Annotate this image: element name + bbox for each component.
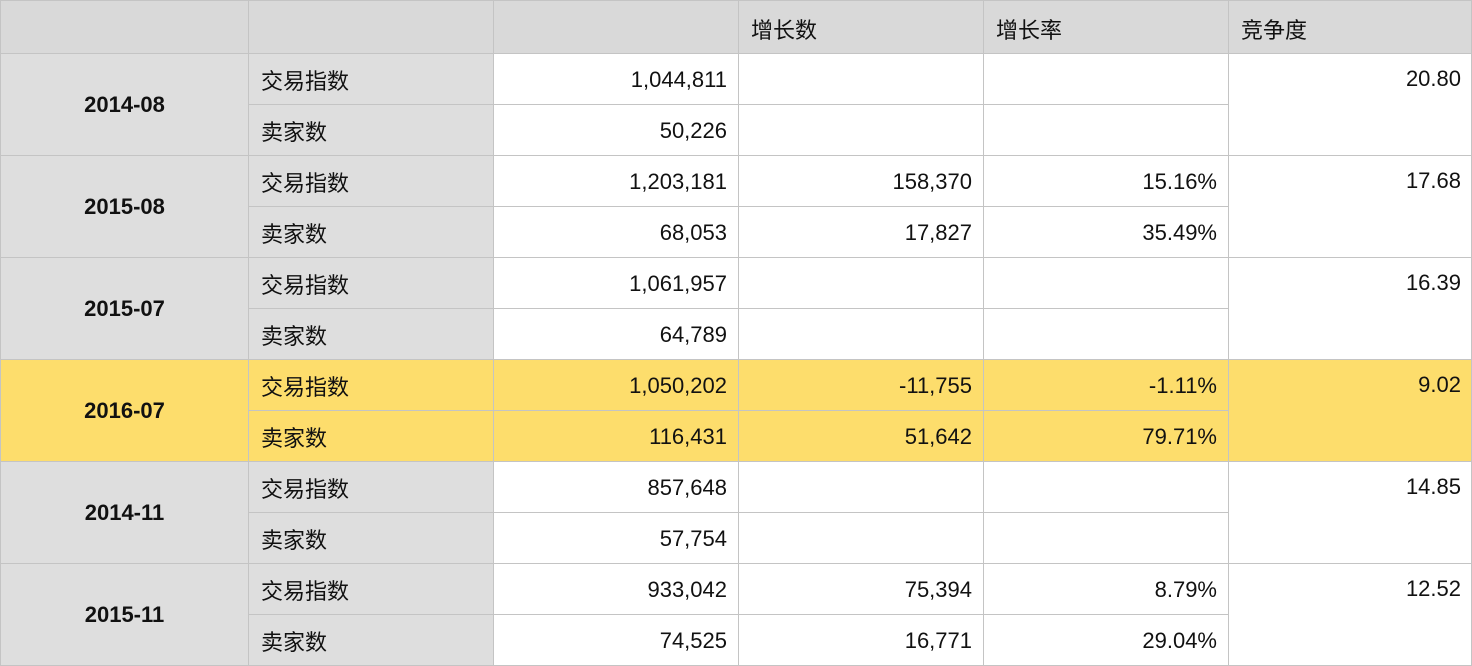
growth-cell[interactable] — [739, 54, 984, 105]
header-b-label — [249, 1, 493, 13]
header-cell-growth[interactable]: 增长数 — [739, 0, 984, 54]
metric-label[interactable]: 交易指数 — [249, 564, 494, 615]
metric-label[interactable]: 卖家数 — [249, 411, 494, 462]
period-group-highlighted: 2016-07 交易指数 1,050,202 -11,755 -1.11% 卖家… — [0, 360, 1472, 462]
growth-cell[interactable] — [739, 258, 984, 309]
metric-label[interactable]: 交易指数 — [249, 462, 494, 513]
value-cell[interactable]: 857,648 — [494, 462, 739, 513]
rate-cell[interactable]: 8.79% — [984, 564, 1229, 615]
metric-label[interactable]: 卖家数 — [249, 105, 494, 156]
period-cell[interactable]: 2014-11 — [0, 462, 249, 564]
header-cell-a[interactable] — [0, 0, 249, 54]
growth-cell[interactable] — [739, 309, 984, 360]
growth-cell[interactable]: 75,394 — [739, 564, 984, 615]
rate-cell[interactable]: 79.71% — [984, 411, 1229, 462]
rate-cell[interactable] — [984, 513, 1229, 564]
period-group: 2015-07 交易指数 1,061,957 卖家数 64,789 16.39 — [0, 258, 1472, 360]
period-group: 2014-11 交易指数 857,648 卖家数 57,754 14.85 — [0, 462, 1472, 564]
value-cell[interactable]: 933,042 — [494, 564, 739, 615]
growth-cell[interactable]: 16,771 — [739, 615, 984, 666]
growth-cell[interactable]: 17,827 — [739, 207, 984, 258]
value-cell[interactable]: 64,789 — [494, 309, 739, 360]
period-group: 2015-11 交易指数 933,042 75,394 8.79% 卖家数 74… — [0, 564, 1472, 666]
value-cell[interactable]: 1,044,811 — [494, 54, 739, 105]
metric-label[interactable]: 交易指数 — [249, 54, 494, 105]
rate-cell[interactable] — [984, 105, 1229, 156]
competition-cell[interactable]: 17.68 — [1229, 156, 1472, 258]
value-cell[interactable]: 1,061,957 — [494, 258, 739, 309]
growth-cell[interactable] — [739, 513, 984, 564]
growth-cell[interactable]: -11,755 — [739, 360, 984, 411]
competition-cell[interactable]: 9.02 — [1229, 360, 1472, 462]
value-cell[interactable]: 1,203,181 — [494, 156, 739, 207]
competition-cell[interactable]: 20.80 — [1229, 54, 1472, 156]
metric-label[interactable]: 卖家数 — [249, 207, 494, 258]
period-cell[interactable]: 2015-11 — [0, 564, 249, 666]
metric-label[interactable]: 卖家数 — [249, 513, 494, 564]
rate-cell[interactable]: 29.04% — [984, 615, 1229, 666]
competition-cell[interactable]: 14.85 — [1229, 462, 1472, 564]
growth-cell[interactable]: 51,642 — [739, 411, 984, 462]
metric-label[interactable]: 卖家数 — [249, 309, 494, 360]
value-cell[interactable]: 1,050,202 — [494, 360, 739, 411]
header-a-label — [1, 1, 248, 13]
period-cell[interactable]: 2016-07 — [0, 360, 249, 462]
value-cell[interactable]: 57,754 — [494, 513, 739, 564]
value-cell[interactable]: 50,226 — [494, 105, 739, 156]
value-cell[interactable]: 68,053 — [494, 207, 739, 258]
period-cell[interactable]: 2014-08 — [0, 54, 249, 156]
period-cell[interactable]: 2015-08 — [0, 156, 249, 258]
rate-cell[interactable]: 35.49% — [984, 207, 1229, 258]
rate-cell[interactable]: 15.16% — [984, 156, 1229, 207]
metric-label[interactable]: 卖家数 — [249, 615, 494, 666]
rate-cell[interactable] — [984, 462, 1229, 513]
growth-cell[interactable] — [739, 462, 984, 513]
header-cell-c[interactable] — [494, 0, 739, 54]
rate-cell[interactable] — [984, 258, 1229, 309]
period-group: 2015-08 交易指数 1,203,181 158,370 15.16% 卖家… — [0, 156, 1472, 258]
header-growth-label: 增长数 — [751, 18, 818, 43]
rate-cell[interactable] — [984, 309, 1229, 360]
period-cell[interactable]: 2015-07 — [0, 258, 249, 360]
period-group: 2014-08 交易指数 1,044,811 卖家数 50,226 20.80 — [0, 54, 1472, 156]
competition-cell[interactable]: 16.39 — [1229, 258, 1472, 360]
rate-cell[interactable]: -1.11% — [984, 360, 1229, 411]
value-cell[interactable]: 116,431 — [494, 411, 739, 462]
header-cell-competition[interactable]: 竞争度 — [1229, 0, 1472, 54]
header-row: 增长数 增长率 竞争度 — [0, 0, 1472, 54]
competition-cell[interactable]: 12.52 — [1229, 564, 1472, 666]
header-rate-label: 增长率 — [996, 18, 1063, 43]
header-competition-label: 竞争度 — [1241, 18, 1308, 43]
growth-cell[interactable]: 158,370 — [739, 156, 984, 207]
rate-cell[interactable] — [984, 54, 1229, 105]
spreadsheet-table: 增长数 增长率 竞争度 2014-08 交易指数 1,044,811 卖家数 5… — [0, 0, 1472, 666]
metric-label[interactable]: 交易指数 — [249, 360, 494, 411]
metric-label[interactable]: 交易指数 — [249, 156, 494, 207]
value-cell[interactable]: 74,525 — [494, 615, 739, 666]
growth-cell[interactable] — [739, 105, 984, 156]
metric-label[interactable]: 交易指数 — [249, 258, 494, 309]
header-cell-rate[interactable]: 增长率 — [984, 0, 1229, 54]
header-cell-b[interactable] — [249, 0, 494, 54]
header-c-label — [494, 1, 738, 13]
